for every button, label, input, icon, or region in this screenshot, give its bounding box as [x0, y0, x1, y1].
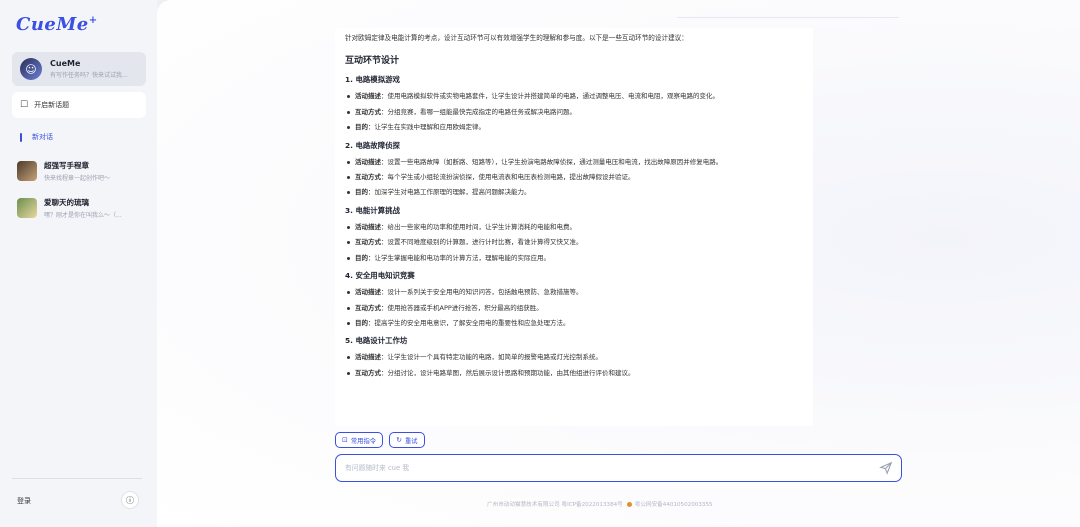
- list-item: 互动方式：分组竞赛，看哪一组能最快完成指定的电路任务或解决电路问题。: [345, 108, 803, 116]
- command-icon: ⊡: [342, 436, 348, 444]
- agent-subtitle: 有写作任务吗？快来试试我...: [50, 72, 128, 79]
- common-commands-label: 常用指令: [350, 437, 377, 445]
- item-text: ：设置不同难度级别的计算题，进行计时比赛，看谁计算得又快又准。: [381, 238, 583, 247]
- avatar: ☺: [20, 58, 42, 80]
- answer-card: 针对欧姆定律及电能计算的考点，设计互动环节可以有效增强学生的理解和参与度。以下是…: [335, 28, 813, 426]
- app-logo[interactable]: CueMe+: [16, 14, 98, 35]
- item-label: 目的: [355, 253, 368, 262]
- list-item: 互动方式：设置不同难度级别的计算题，进行计时比赛，看谁计算得又快又准。: [345, 238, 803, 246]
- item-text: ：使用抢答器或手机APP进行抢答，积分最高的组获胜。: [381, 303, 543, 312]
- section-list: 活动描述：设置一些电路故障（如断路、短路等），让学生扮演电路故障侦探，通过测量电…: [345, 158, 803, 197]
- conversation-item[interactable]: 爱聊天的琉璃 嘿？刚才是你在叫我么～（...: [17, 197, 147, 219]
- footer: 广州市动动猫慧技术有限公司 粤ICP备2022013384号 粤公网安备4401…: [487, 500, 713, 508]
- avatar: [17, 161, 37, 181]
- sidebar-divider: [12, 478, 142, 479]
- retry-button[interactable]: ↻ 重试: [389, 432, 425, 448]
- new-topic-button[interactable]: ☐ 开启新话题: [12, 92, 146, 118]
- item-label: 目的: [355, 188, 368, 197]
- list-item: 活动描述：给出一些家电的功率和使用时间，让学生计算消耗的电能和电费。: [345, 223, 803, 231]
- item-text: ：让学生设计一个具有特定功能的电路，如简单的报警电路或灯光控制系统。: [381, 353, 602, 362]
- conversation-name: 爱聊天的琉璃: [44, 198, 89, 207]
- footer-police[interactable]: 粤公网安备44010502003355: [635, 500, 713, 508]
- common-commands-button[interactable]: ⊡ 常用指令: [335, 432, 384, 448]
- answer-intro: 针对欧姆定律及电能计算的考点，设计互动环节可以有效增强学生的理解和参与度。以下是…: [345, 34, 688, 42]
- footer-company[interactable]: 广州市动动猫慧技术有限公司 粤ICP备2022013384号: [487, 500, 623, 508]
- new-chat-label: 新对话: [32, 133, 53, 141]
- item-label: 互动方式: [355, 368, 381, 377]
- list-item: 目的：提高学生的安全用电意识，了解安全用电的重要性和应急处理方法。: [345, 319, 803, 327]
- list-item: 活动描述：使用电路模拟软件或实物电路套件，让学生设计并搭建简单的电路，通过调整电…: [345, 92, 803, 100]
- section-title: 3. 电能计算挑战: [345, 205, 400, 215]
- chat-input-box: [335, 454, 902, 482]
- section-title: 4. 安全用电知识竞赛: [345, 271, 415, 281]
- section-list: 活动描述：让学生设计一个具有特定功能的电路，如简单的报警电路或灯光控制系统。 互动…: [345, 353, 803, 377]
- main-panel: 针对欧姆定律及电能计算的考点，设计互动环节可以有效增强学生的理解和参与度。以下是…: [157, 0, 1080, 527]
- conversation-name: 超强写手程章: [44, 161, 89, 170]
- list-item: 互动方式：每个学生或小组轮流扮演侦探，使用电流表和电压表检测电路，提出故障假设并…: [345, 173, 803, 181]
- item-text: ：让学生掌握电能和电功率的计算方法，理解电能的实际应用。: [368, 253, 550, 262]
- item-text: ：提高学生的安全用电意识，了解安全用电的重要性和应急处理方法。: [368, 319, 570, 328]
- quick-actions: ⊡ 常用指令 ↻ 重试: [335, 432, 425, 448]
- police-badge-icon: [626, 501, 632, 507]
- retry-label: 重试: [404, 437, 418, 445]
- item-label: 互动方式: [355, 238, 381, 247]
- send-icon[interactable]: [879, 461, 893, 475]
- list-item: 互动方式：使用抢答器或手机APP进行抢答，积分最高的组获胜。: [345, 304, 803, 312]
- conversation-subtitle: 快来找程章一起创作吧～: [44, 175, 111, 182]
- item-label: 目的: [355, 123, 368, 132]
- section-title: 5. 电路设计工作坊: [345, 336, 408, 346]
- item-text: ：设计一系列关于安全用电的知识问答，包括触电预防、急救措施等。: [381, 288, 583, 297]
- section-title: 2. 电路故障侦探: [345, 140, 400, 150]
- avatar: [17, 198, 37, 218]
- answer-heading: 互动环节设计: [345, 56, 400, 67]
- refresh-icon: ↻: [396, 436, 402, 444]
- sidebar: CueMe+ ☺ CueMe 有写作任务吗？快来试试我... ☐ 开启新话题 新…: [0, 0, 157, 527]
- list-item: 目的：让学生在实践中理解和应用欧姆定律。: [345, 123, 803, 131]
- item-text: ：设置一些电路故障（如断路、短路等），让学生扮演电路故障侦探，通过测量电压和电流…: [381, 157, 723, 166]
- scroll-edge: [677, 12, 899, 18]
- list-item: 活动描述：让学生设计一个具有特定功能的电路，如简单的报警电路或灯光控制系统。: [345, 353, 803, 361]
- section-list: 活动描述：给出一些家电的功率和使用时间，让学生计算消耗的电能和电费。 互动方式：设…: [345, 223, 803, 262]
- item-label: 活动描述: [355, 353, 381, 362]
- list-item: 活动描述：设计一系列关于安全用电的知识问答，包括触电预防、急救措施等。: [345, 288, 803, 296]
- section-list: 活动描述：使用电路模拟软件或实物电路套件，让学生设计并搭建简单的电路，通过调整电…: [345, 92, 803, 131]
- item-text: ：每个学生或小组轮流扮演侦探，使用电流表和电压表检测电路，提出故障假设并验证。: [381, 172, 635, 181]
- item-text: ：给出一些家电的功率和使用时间，让学生计算消耗的电能和电费。: [381, 222, 576, 231]
- section-title: 1. 电路模拟游戏: [345, 75, 400, 85]
- list-item: 目的：让学生掌握电能和电功率的计算方法，理解电能的实际应用。: [345, 254, 803, 262]
- item-label: 互动方式: [355, 107, 381, 116]
- chat-bubble-icon: ☐: [20, 100, 29, 110]
- item-label: 互动方式: [355, 172, 381, 181]
- new-topic-label: 开启新话题: [34, 101, 70, 109]
- item-label: 活动描述: [355, 157, 381, 166]
- list-item: 活动描述：设置一些电路故障（如断路、短路等），让学生扮演电路故障侦探，通过测量电…: [345, 158, 803, 166]
- item-label: 目的: [355, 319, 368, 328]
- answer-sections: 1. 电路模拟游戏 活动描述：使用电路模拟软件或实物电路套件，让学生设计并搭建简单…: [345, 74, 803, 377]
- item-text: ：加深学生对电路工作原理的理解，提高问题解决能力。: [368, 188, 531, 197]
- item-label: 互动方式: [355, 303, 381, 312]
- conversation-subtitle: 嘿？刚才是你在叫我么～（...: [44, 212, 122, 219]
- active-indicator: [20, 132, 22, 142]
- list-item: 目的：加深学生对电路工作原理的理解，提高问题解决能力。: [345, 188, 803, 196]
- info-icon[interactable]: ⓘ: [121, 491, 139, 509]
- chat-input[interactable]: [345, 464, 865, 472]
- list-item: 互动方式：分组讨论，设计电路草图，然后展示设计思路和预期功能，由其他组进行评价和…: [345, 369, 803, 377]
- item-label: 活动描述: [355, 222, 381, 231]
- section-list: 活动描述：设计一系列关于安全用电的知识问答，包括触电预防、急救措施等。 互动方式：…: [345, 288, 803, 327]
- item-text: ：分组讨论，设计电路草图，然后展示设计思路和预期功能，由其他组进行评价和建议。: [381, 368, 635, 377]
- item-text: ：让学生在实践中理解和应用欧姆定律。: [368, 123, 485, 132]
- sidebar-item-new-chat[interactable]: 新对话: [20, 132, 53, 142]
- item-text: ：分组竞赛，看哪一组能最快完成指定的电路任务或解决电路问题。: [381, 107, 576, 116]
- agent-name: CueMe: [50, 59, 81, 68]
- conversation-item[interactable]: 超强写手程章 快来找程章一起创作吧～: [17, 160, 147, 182]
- item-text: ：使用电路模拟软件或实物电路套件，让学生设计并搭建简单的电路，通过调整电压、电流…: [381, 92, 719, 101]
- login-link[interactable]: 登录: [17, 496, 31, 506]
- agent-card-cueme[interactable]: ☺ CueMe 有写作任务吗？快来试试我...: [12, 52, 146, 86]
- item-label: 活动描述: [355, 92, 381, 101]
- item-label: 活动描述: [355, 288, 381, 297]
